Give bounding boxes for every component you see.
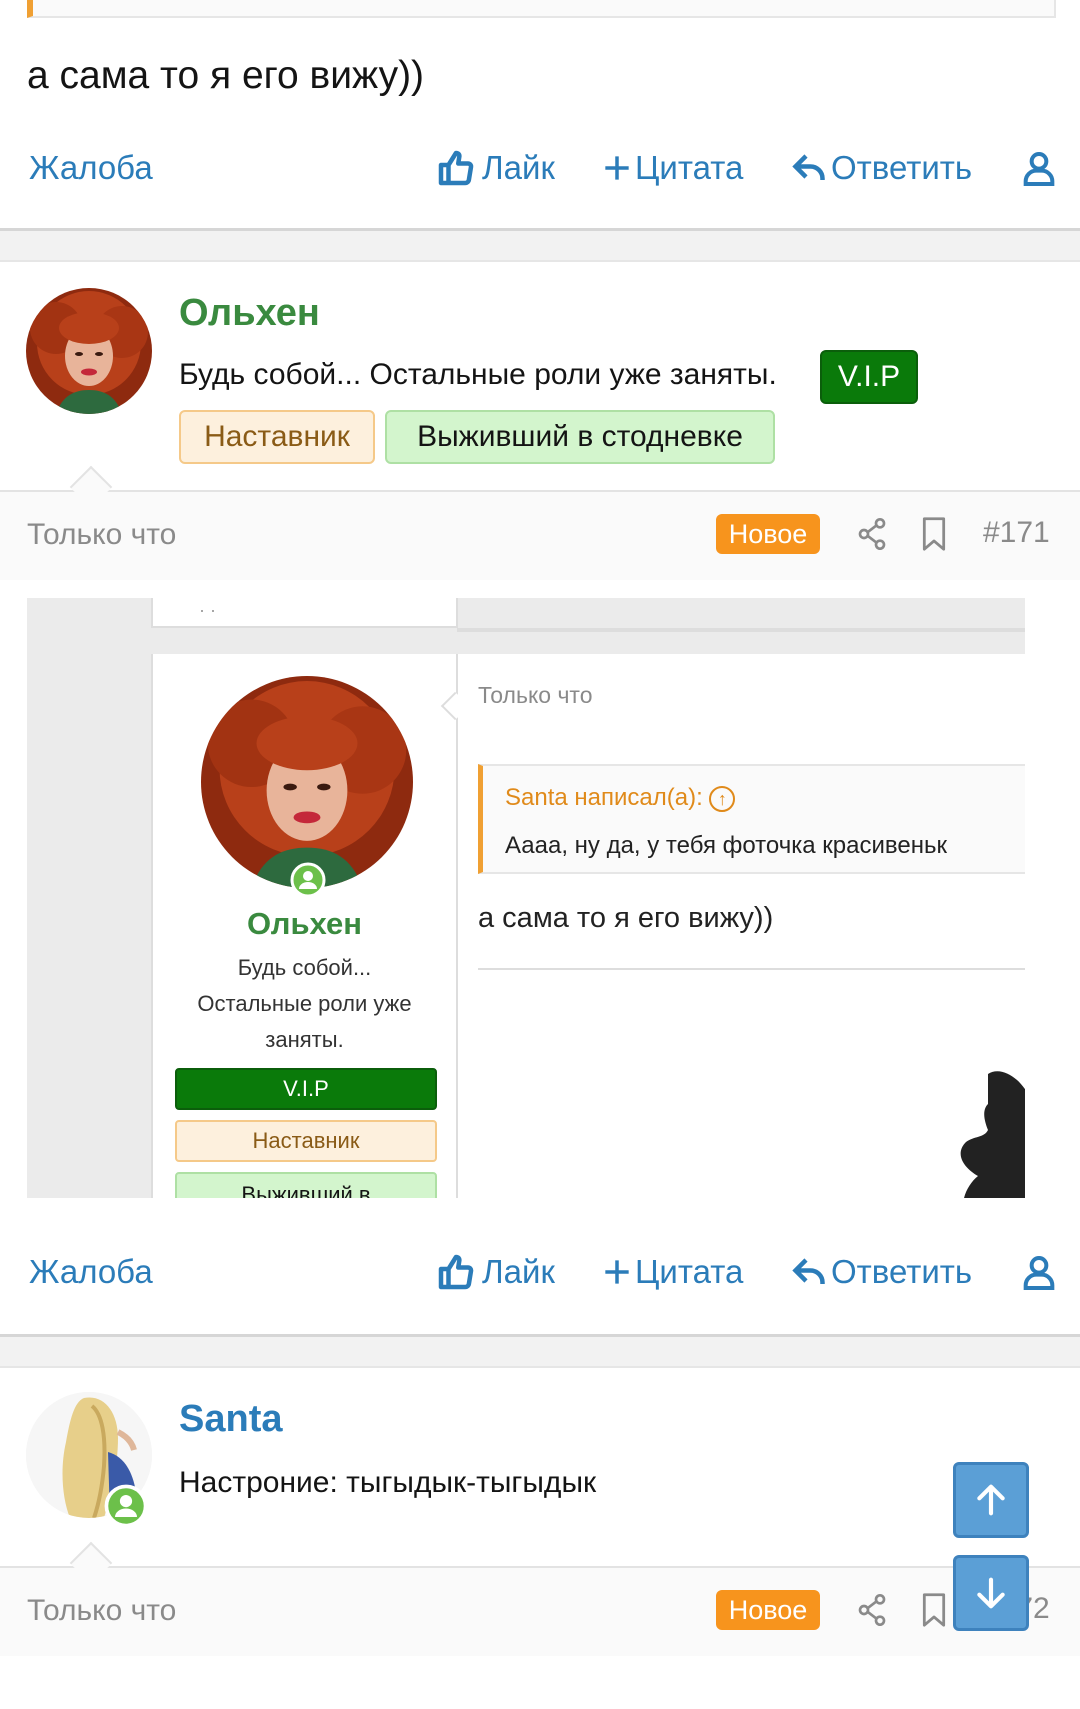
- quote-block-edge: [27, 0, 1056, 18]
- user-icon: [1023, 1256, 1055, 1290]
- screenshot-mentor-badge: Наставник: [175, 1120, 437, 1162]
- screenshot-vip-badge: V.I.P: [175, 1068, 437, 1110]
- vip-badge: V.I.P: [820, 350, 918, 404]
- scroll-down-button[interactable]: [953, 1555, 1029, 1631]
- screenshot-username: Ольхен: [247, 906, 362, 941]
- username[interactable]: Santa: [179, 1398, 282, 1441]
- reply-button[interactable]: Ответить: [791, 1242, 972, 1302]
- reply-icon: [792, 154, 825, 180]
- bookmark-icon[interactable]: [920, 1592, 948, 1628]
- user-title: Настроние: тыгыдык-тыгыдык: [179, 1466, 597, 1499]
- screenshot-post-body: Только что Santa написал(а): ↑ Аааа, ну …: [458, 654, 1025, 1198]
- report-link[interactable]: Жалоба: [29, 1242, 153, 1302]
- reply-label: Ответить: [831, 149, 973, 186]
- screenshot-user-title: Будь собой... Остальные роли уже заняты.: [153, 950, 456, 1058]
- thumbs-up-icon: [438, 1254, 474, 1290]
- post-author-block: Santa Настроние: тыгыдык-тыгыдык: [0, 1368, 1080, 1568]
- arrow-up-icon: [977, 1484, 1005, 1516]
- attached-screenshot[interactable]: Ольхен Будь собой... Остальные роли уже …: [27, 598, 1025, 1198]
- quote-label: Цитата: [635, 149, 744, 186]
- screenshot-title-line: Остальные роли уже: [197, 991, 412, 1016]
- username[interactable]: Ольхен: [179, 292, 320, 335]
- screenshot-user-panel: Ольхен Будь собой... Остальные роли уже …: [151, 654, 458, 1198]
- online-status-icon: [290, 862, 326, 898]
- like-label: Лайк: [482, 1253, 555, 1290]
- reply-icon: [792, 1258, 825, 1284]
- screenshot-quote-text: Аааа, ну да, у тебя фоточка красивеньк: [505, 832, 947, 859]
- post-meta-bar: Только что Новое #172: [0, 1566, 1080, 1656]
- screenshot-message: а сама то я его вижу)): [478, 902, 774, 934]
- post-actions: Жалоба Лайк Цитата Ответить: [0, 1242, 1080, 1302]
- post-separator: [0, 1334, 1080, 1368]
- screenshot-quote-author-text: Santa написал(а):: [505, 784, 703, 811]
- post-meta-bar: Только что Новое #171: [0, 490, 1080, 580]
- user-title: Будь собой... Остальные роли уже заняты.: [179, 358, 777, 391]
- screenshot-prev-post: [151, 598, 458, 628]
- post-time[interactable]: Только что: [27, 1594, 176, 1628]
- quote-label: Цитата: [635, 1253, 744, 1290]
- new-badge: Новое: [716, 1590, 820, 1630]
- screenshot-quote: Santa написал(а): ↑ Аааа, ну да, у тебя …: [478, 764, 1025, 874]
- like-button[interactable]: Лайк: [438, 1242, 555, 1302]
- new-badge: Новое: [716, 514, 820, 554]
- arrow-down-icon: [977, 1577, 1005, 1609]
- avatar[interactable]: [26, 288, 152, 414]
- post-number[interactable]: #171: [983, 516, 1050, 550]
- quote-button[interactable]: Цитата: [603, 1242, 743, 1302]
- screenshot-line: [478, 968, 1025, 970]
- user-button[interactable]: [1023, 1242, 1055, 1302]
- arrow-up-circle-icon: ↑: [709, 786, 736, 812]
- screenshot-divider: [457, 628, 1025, 632]
- like-label: Лайк: [482, 149, 555, 186]
- user-button[interactable]: [1023, 138, 1055, 198]
- forum-page: а сама то я его вижу)) Жалоба Лайк Цитат…: [0, 0, 1080, 1709]
- reply-label: Ответить: [831, 1253, 973, 1290]
- post-actions: Жалоба Лайк Цитата Ответить: [0, 138, 1080, 198]
- screenshot-dark-shape: [960, 1071, 1025, 1198]
- reply-button[interactable]: Ответить: [791, 138, 972, 198]
- post-author-block: Ольхен Будь собой... Остальные роли уже …: [0, 262, 1080, 492]
- post-separator: [0, 228, 1080, 262]
- message-text: а сама то я его вижу)): [27, 54, 425, 97]
- scroll-up-button[interactable]: [953, 1462, 1029, 1538]
- thumbs-up-icon: [438, 150, 474, 186]
- online-status-icon: [104, 1484, 148, 1528]
- screenshot-quote-author: Santa написал(а): ↑: [505, 784, 736, 812]
- screenshot-title-line: заняты.: [265, 1027, 344, 1052]
- screenshot-avatar: [201, 676, 413, 888]
- bookmark-icon[interactable]: [920, 516, 948, 552]
- screenshot-title-line: Будь собой...: [237, 955, 372, 980]
- plus-icon: [605, 1260, 629, 1284]
- screenshot-ellipsis: · ·: [199, 600, 216, 620]
- like-button[interactable]: Лайк: [438, 138, 555, 198]
- post-time[interactable]: Только что: [27, 518, 176, 552]
- share-icon[interactable]: [856, 516, 888, 552]
- quote-button[interactable]: Цитата: [603, 138, 743, 198]
- screenshot-survivor-badge: Выживший в: [175, 1172, 437, 1198]
- plus-icon: [605, 156, 629, 180]
- user-icon: [1023, 151, 1055, 186]
- avatar-image: [26, 288, 152, 414]
- survivor-badge: Выживший в стодневке: [385, 410, 775, 464]
- report-link[interactable]: Жалоба: [29, 138, 153, 198]
- share-icon[interactable]: [856, 1592, 888, 1628]
- screenshot-time: Только что: [478, 682, 593, 708]
- mentor-badge: Наставник: [179, 410, 375, 464]
